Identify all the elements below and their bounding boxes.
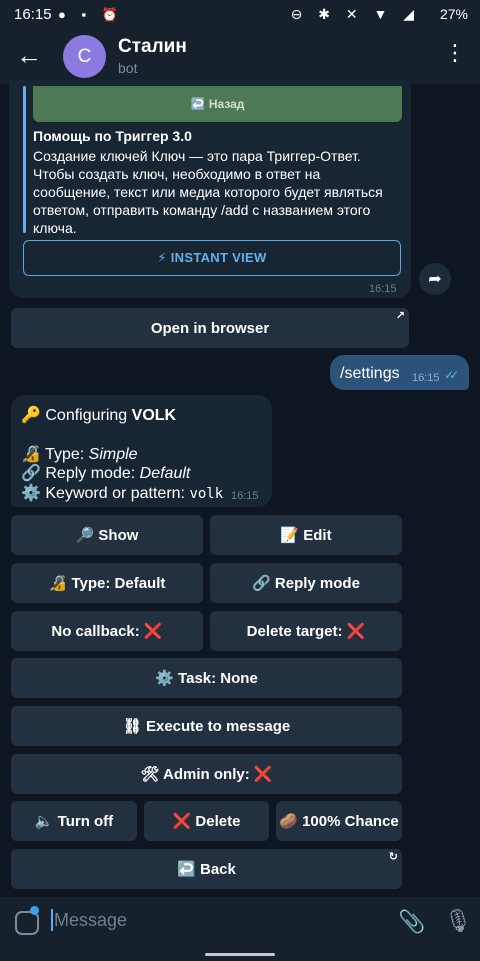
preview-image[interactable]: ↩️ Назад xyxy=(33,86,402,122)
open-in-browser-button[interactable]: Open in browser ↗ xyxy=(11,308,409,348)
preview-image-label: ↩️ Назад xyxy=(190,97,245,111)
show-button[interactable]: 🔎 Show xyxy=(11,515,203,555)
chance-button[interactable]: 🥔 100% Chance xyxy=(276,801,402,841)
share-icon[interactable]: ➦ xyxy=(419,263,451,295)
config-reply-line: 🔗 Reply mode: Default xyxy=(21,463,190,483)
more-menu-icon[interactable]: ⋮ xyxy=(444,42,466,64)
preview-title: Помощь по Триггер 3.0 xyxy=(33,128,192,144)
delete-target-button[interactable]: Delete target: ❌ xyxy=(210,611,402,651)
microphone-icon[interactable]: 🎙 xyxy=(444,908,472,934)
edit-button[interactable]: 📝 Edit xyxy=(210,515,402,555)
type-default-button[interactable]: 🔏 Type: Default xyxy=(11,563,203,603)
config-type-line: 🔏 Type: Simple xyxy=(21,444,138,464)
open-in-browser-label: Open in browser xyxy=(150,319,270,337)
gesture-nav-bar[interactable] xyxy=(205,953,275,956)
read-check-icon: ✓✓ xyxy=(444,368,459,382)
config-keyword-line: ⚙️ Keyword or pattern: volk xyxy=(21,483,223,503)
no-callback-button[interactable]: No callback: ❌ xyxy=(11,611,203,651)
config-type-label: 🔏 Type: xyxy=(21,446,89,463)
delete-button[interactable]: ❌ Delete xyxy=(144,801,269,841)
emoji-notification-dot xyxy=(30,906,39,915)
notification-icons: ● ▪ ⏰ xyxy=(58,7,124,22)
outgoing-message-time: 16:15 xyxy=(412,372,440,384)
preview-accent-bar xyxy=(23,86,26,233)
preview-text: Создание ключей Ключ — это пара Триггер-… xyxy=(33,148,383,236)
turn-off-button[interactable]: 🔈 Turn off xyxy=(11,801,137,841)
message-time: 16:15 xyxy=(369,283,397,295)
config-key-name: VOLK xyxy=(131,407,177,424)
system-icons: ⊖ ✱ ✕ ▼ ◢ xyxy=(290,6,420,22)
config-title: 🔑 Configuring VOLK xyxy=(21,405,176,425)
execute-to-message-button[interactable]: ⛓ Execute to message xyxy=(11,706,402,746)
back-button-label: ↩️ Back xyxy=(177,861,236,878)
chat-subtitle: bot xyxy=(118,60,138,76)
attach-icon[interactable]: 📎 xyxy=(398,909,425,935)
external-link-icon: ↗ xyxy=(395,310,405,322)
text-caret xyxy=(51,909,53,931)
outgoing-message-text: /settings xyxy=(340,365,400,382)
config-keyword-label: ⚙️ Keyword or pattern: xyxy=(21,485,190,502)
task-button[interactable]: ⚙️ Task: None xyxy=(11,658,402,698)
admin-only-button[interactable]: 🛠 Admin only: ❌ xyxy=(11,754,402,794)
config-message-time: 16:15 xyxy=(231,490,259,502)
back-button[interactable]: ↩️ Back ↻ xyxy=(11,849,402,889)
back-arrow-icon[interactable]: ← xyxy=(14,40,44,71)
instant-view-button[interactable]: ⚡ INSTANT VIEW xyxy=(23,240,401,276)
avatar-letter: С xyxy=(77,45,92,67)
status-time: 16:15 xyxy=(14,6,52,23)
message-input-bar: Message 📎 🎙 xyxy=(0,897,480,961)
avatar[interactable]: С xyxy=(63,35,106,78)
message-input[interactable]: Message xyxy=(54,910,127,931)
config-keyword-value: volk xyxy=(189,486,224,502)
chat-header: ← С Сталин bot ⋮ xyxy=(0,30,480,85)
battery-level: 27% xyxy=(439,6,468,22)
config-type-value: Simple xyxy=(88,446,138,463)
status-bar: 16:15 ● ▪ ⏰ ⊖ ✱ ✕ ▼ ◢ 27% xyxy=(0,0,480,30)
callback-arrow-icon: ↻ xyxy=(388,851,398,863)
config-reply-label: 🔗 Reply mode: xyxy=(21,465,140,482)
config-reply-value: Default xyxy=(139,465,191,482)
reply-mode-button[interactable]: 🔗 Reply mode xyxy=(210,563,402,603)
chat-title[interactable]: Сталин xyxy=(118,36,187,58)
config-title-prefix: 🔑 Configuring xyxy=(21,407,132,424)
